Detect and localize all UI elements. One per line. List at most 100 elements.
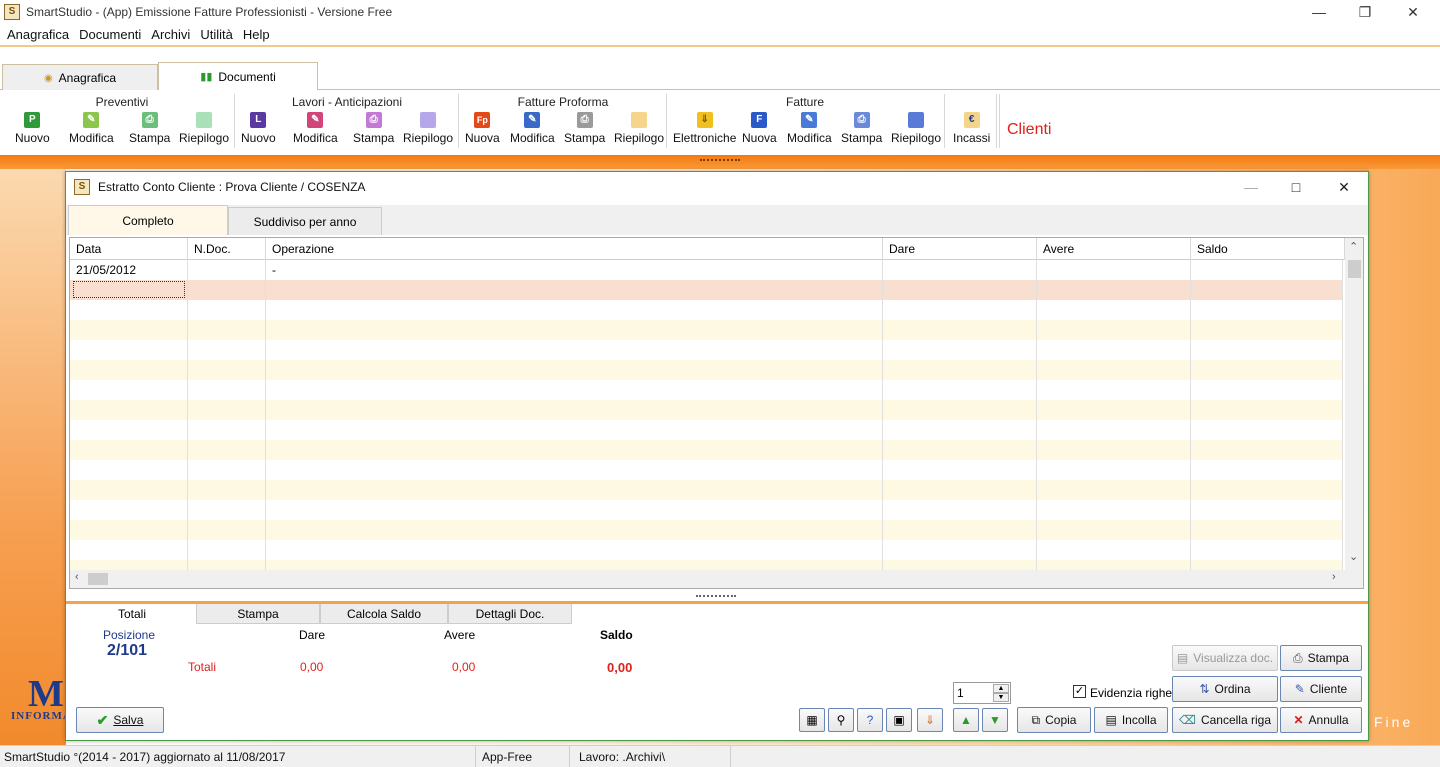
cell-operazione[interactable]	[266, 440, 883, 460]
cell-avere[interactable]	[1037, 280, 1191, 300]
column-header-avere[interactable]: Avere	[1037, 238, 1191, 260]
menu-archivi[interactable]: Archivi	[146, 27, 195, 42]
cell-dare[interactable]	[883, 380, 1037, 400]
table-row[interactable]	[70, 480, 1343, 500]
fatture-elettroniche-button[interactable]: ⇓ Elettroniche	[673, 112, 736, 148]
cell-ndoc[interactable]	[188, 460, 266, 480]
cell-data[interactable]	[70, 360, 188, 380]
stepper-value[interactable]: 1	[957, 686, 964, 700]
stampa-button[interactable]: ⎙ Stampa	[1280, 645, 1362, 671]
cell-dare[interactable]	[883, 480, 1037, 500]
cell-saldo[interactable]	[1191, 480, 1343, 500]
cell-operazione[interactable]	[266, 460, 883, 480]
table-row[interactable]	[70, 320, 1343, 340]
cell-operazione[interactable]	[266, 320, 883, 340]
fatture-modifica-button[interactable]: ✎ Modifica	[787, 112, 832, 148]
cell-avere[interactable]	[1037, 380, 1191, 400]
scroll-up-icon[interactable]: ⌃	[1349, 240, 1358, 253]
proforma-stampa-button[interactable]: ⎙ Stampa	[564, 112, 605, 148]
cell-avere[interactable]	[1037, 260, 1191, 280]
cell-dare[interactable]	[883, 400, 1037, 420]
cell-dare[interactable]	[883, 500, 1037, 520]
evidenzia-righe-checkbox[interactable]: ✓	[1073, 685, 1086, 698]
restore-button[interactable]: ❐	[1342, 0, 1388, 24]
tab-anagrafica[interactable]: ◉ Anagrafica	[2, 64, 158, 91]
close-button[interactable]: ✕	[1321, 172, 1367, 202]
visualizza-doc-button[interactable]: ▤ Visualizza doc.	[1172, 645, 1278, 671]
cell-dare[interactable]	[883, 340, 1037, 360]
cell-avere[interactable]	[1037, 480, 1191, 500]
cell-data[interactable]	[70, 340, 188, 360]
lavori-riepilogo-button[interactable]: Riepilogo	[403, 112, 453, 148]
cell-data[interactable]	[70, 320, 188, 340]
cell-saldo[interactable]	[1191, 520, 1343, 540]
cell-saldo[interactable]	[1191, 300, 1343, 320]
cell-avere[interactable]	[1037, 420, 1191, 440]
cell-avere[interactable]	[1037, 500, 1191, 520]
cell-saldo[interactable]	[1191, 340, 1343, 360]
evidenzia-righe-label[interactable]: Evidenzia righe	[1090, 686, 1172, 700]
cell-ndoc[interactable]	[188, 360, 266, 380]
tab-completo[interactable]: Completo	[68, 205, 228, 235]
focused-cell[interactable]	[73, 281, 185, 298]
tab-documenti[interactable]: ▮▮ Documenti	[158, 62, 318, 90]
table-row[interactable]	[70, 520, 1343, 540]
table-row[interactable]	[70, 380, 1343, 400]
cell-dare[interactable]	[883, 520, 1037, 540]
incolla-button[interactable]: ▤ Incolla	[1094, 707, 1168, 733]
help-icon[interactable]: ?	[857, 708, 883, 732]
cell-avere[interactable]	[1037, 440, 1191, 460]
cell-dare[interactable]	[883, 320, 1037, 340]
cell-saldo[interactable]	[1191, 540, 1343, 560]
ordina-button[interactable]: ⇅ Ordina	[1172, 676, 1278, 702]
column-header-saldo[interactable]: Saldo	[1191, 238, 1345, 260]
salva-button[interactable]: ✔ Salva	[76, 707, 164, 733]
cell-data[interactable]	[70, 540, 188, 560]
cell-saldo[interactable]	[1191, 320, 1343, 340]
cell-saldo[interactable]	[1191, 260, 1343, 280]
cell-saldo[interactable]	[1191, 420, 1343, 440]
cell-data[interactable]	[70, 500, 188, 520]
cell-operazione[interactable]	[266, 500, 883, 520]
cell-avere[interactable]	[1037, 520, 1191, 540]
cell-data[interactable]	[70, 420, 188, 440]
lavori-nuovo-button[interactable]: L Nuovo	[241, 112, 276, 148]
cell-avere[interactable]	[1037, 460, 1191, 480]
cell-data[interactable]: 21/05/2012	[70, 260, 188, 280]
horizontal-scrollbar[interactable]: ‹ ›	[70, 570, 1363, 588]
table-row[interactable]	[70, 300, 1343, 320]
menu-utilita[interactable]: Utilità	[195, 27, 238, 42]
clienti-link[interactable]: Clienti	[1007, 121, 1051, 139]
table-row[interactable]	[70, 540, 1343, 560]
cell-saldo[interactable]	[1191, 380, 1343, 400]
cell-saldo[interactable]	[1191, 460, 1343, 480]
copia-button[interactable]: ⧉ Copia	[1017, 707, 1091, 733]
preview-icon[interactable]: ▣	[886, 708, 912, 732]
cell-ndoc[interactable]	[188, 520, 266, 540]
cell-ndoc[interactable]	[188, 500, 266, 520]
menu-anagrafica[interactable]: Anagrafica	[2, 27, 74, 42]
menu-documenti[interactable]: Documenti	[74, 27, 146, 42]
cell-data[interactable]	[70, 380, 188, 400]
fatture-riepilogo-button[interactable]: Riepilogo	[891, 112, 941, 148]
table-row[interactable]	[70, 400, 1343, 420]
column-header-data[interactable]: Data	[70, 238, 188, 260]
cell-ndoc[interactable]	[188, 320, 266, 340]
lavori-modifica-button[interactable]: ✎ Modifica	[293, 112, 338, 148]
vertical-scrollbar[interactable]: ⌃ ⌄	[1345, 238, 1363, 571]
cell-saldo[interactable]	[1191, 280, 1343, 300]
cell-operazione[interactable]	[266, 300, 883, 320]
minimize-button[interactable]: —	[1228, 172, 1274, 202]
cell-data[interactable]	[70, 440, 188, 460]
proforma-riepilogo-button[interactable]: Riepilogo	[614, 112, 664, 148]
cliente-button[interactable]: ✎ Cliente	[1280, 676, 1362, 702]
table-row[interactable]: 21/05/2012 -	[70, 260, 1343, 280]
column-header-operazione[interactable]: Operazione	[266, 238, 883, 260]
splitter-bar[interactable]	[0, 155, 1440, 169]
tab-totali[interactable]: Totali	[68, 604, 196, 624]
cell-ndoc[interactable]	[188, 260, 266, 280]
table-row[interactable]	[70, 440, 1343, 460]
cell-saldo[interactable]	[1191, 360, 1343, 380]
cell-dare[interactable]	[883, 300, 1037, 320]
cell-operazione[interactable]	[266, 420, 883, 440]
